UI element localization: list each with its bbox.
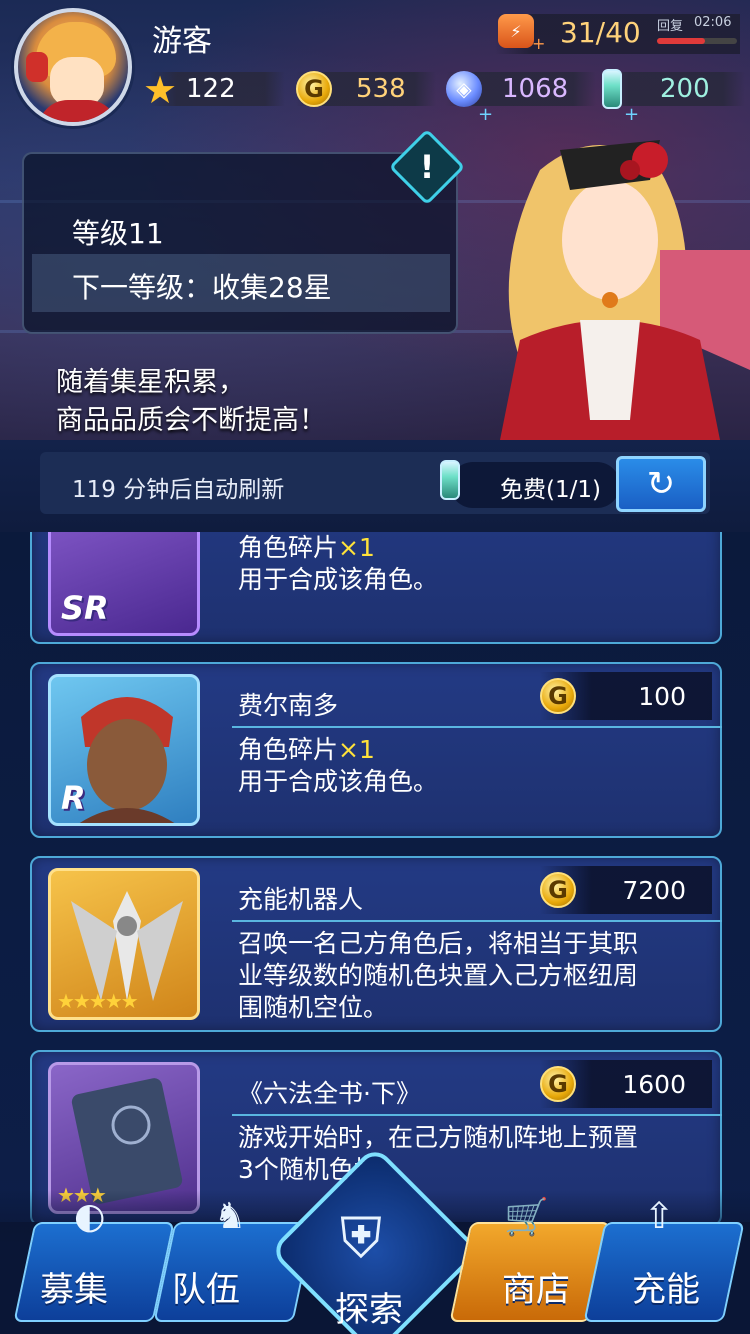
item-name: 《六法全书·下》 bbox=[238, 1079, 421, 1108]
shop-item[interactable]: ★★★★★ 充能机器人 G 7200 召唤一名己方角色后，将相当于其职 业等级数… bbox=[30, 856, 722, 1032]
shield-swords-icon: ⛨ bbox=[340, 1206, 382, 1271]
level-panel: 等级11 下一等级：收集28星 bbox=[22, 152, 458, 334]
desc-multiplier: ×1 bbox=[338, 533, 375, 562]
divider bbox=[232, 1114, 722, 1116]
next-level-row: 下一等级：收集28星 bbox=[32, 254, 450, 312]
gold-value: 538 bbox=[356, 74, 406, 104]
desc-line: 业等级数的随机色块置入己方枢纽周 bbox=[238, 961, 639, 990]
recover-time: 02:06 bbox=[694, 15, 732, 30]
add-energy-icon[interactable]: + bbox=[532, 34, 545, 53]
price-tag: G 7200 bbox=[540, 866, 712, 914]
rarity-badge: R bbox=[61, 779, 86, 817]
alert-icon-mark: ! bbox=[419, 148, 435, 186]
slogan: 随着集星积累， 商品品质会不断提高！ bbox=[56, 364, 326, 440]
recover-progress bbox=[657, 38, 737, 44]
price-value: 1600 bbox=[622, 1070, 686, 1099]
stars-value: 122 bbox=[186, 74, 236, 104]
energy-icon: ⚡ bbox=[498, 14, 534, 48]
gold-coin-icon: G bbox=[540, 678, 576, 714]
item-name: 充能机器人 bbox=[238, 885, 364, 914]
refresh-countdown: 119 分钟后自动刷新 bbox=[72, 477, 285, 503]
charge-vial-icon: ⇧ bbox=[644, 1196, 675, 1237]
potion-vial-icon bbox=[602, 69, 622, 109]
desc-prefix: 角色碎片 bbox=[238, 735, 339, 764]
tab-recruit-label: 募集 bbox=[40, 1270, 108, 1310]
star-rating: ★★★★★ bbox=[57, 989, 139, 1013]
price-value: 7200 bbox=[622, 876, 686, 905]
add-potion-icon[interactable]: + bbox=[624, 104, 639, 125]
energy-value: 31/40 bbox=[560, 16, 641, 49]
shop-item[interactable]: R 费尔南多 G 100 角色碎片×1 用于合成该角色。 bbox=[30, 662, 722, 838]
shop-item[interactable]: SR 角色碎片×1 用于合成该角色。 bbox=[30, 532, 722, 644]
rabbit-icon: ◐ bbox=[74, 1196, 106, 1237]
desc-line: 用于合成该角色。 bbox=[238, 767, 439, 796]
avatar-headset bbox=[26, 52, 48, 82]
player-name: 游客 bbox=[152, 24, 212, 59]
level-title: 等级11 bbox=[72, 217, 164, 250]
tab-team-label: 队伍 bbox=[172, 1270, 240, 1310]
item-description: 角色碎片×1 用于合成该角色。 bbox=[238, 532, 438, 596]
price-tag: G 1600 bbox=[540, 1060, 712, 1108]
item-thumbnail: ★★★★★ bbox=[48, 868, 200, 1020]
desc-line: 3个随机色块。 bbox=[238, 1155, 404, 1184]
tab-explore-label: 探索 bbox=[335, 1290, 403, 1330]
tab-charge-label: 充能 bbox=[632, 1270, 700, 1310]
featured-character-art bbox=[500, 140, 750, 440]
item-description: 游戏开始时，在己方随机阵地上预置 3个随机色块。 bbox=[238, 1122, 638, 1186]
refresh-button[interactable]: ↻ bbox=[616, 456, 706, 512]
gold-coin-icon: G bbox=[296, 71, 332, 107]
item-description: 召唤一名己方角色后，将相当于其职 业等级数的随机色块置入己方枢纽周 围随机空位。 bbox=[238, 928, 638, 1024]
shop-item-list[interactable]: SR 角色碎片×1 用于合成该角色。 R 费尔南多 G 100 角色碎片×1 用… bbox=[0, 532, 750, 1222]
divider bbox=[232, 726, 722, 728]
slogan-line-2: 商品品质会不断提高！ bbox=[56, 405, 326, 436]
avatar[interactable] bbox=[14, 8, 132, 126]
rarity-badge: SR bbox=[61, 589, 109, 627]
desc-multiplier: ×1 bbox=[338, 735, 375, 764]
crystal-value: 1068 bbox=[502, 74, 569, 104]
item-thumbnail: R bbox=[48, 674, 200, 826]
free-refresh-label: 免费(1/1) bbox=[500, 477, 601, 503]
desc-line: 游戏开始时，在己方随机阵地上预置 bbox=[238, 1123, 639, 1152]
price-value: 100 bbox=[638, 682, 686, 711]
desc-line: 用于合成该角色。 bbox=[238, 565, 439, 594]
gold-coin-icon: G bbox=[540, 1066, 576, 1102]
potion-vial-icon bbox=[440, 460, 460, 500]
gold-coin-icon: G bbox=[540, 872, 576, 908]
potion-value: 200 bbox=[660, 74, 710, 104]
desc-line: 召唤一名己方角色后，将相当于其职 bbox=[238, 929, 639, 958]
item-thumbnail: SR bbox=[48, 532, 200, 636]
star-icon: ★ bbox=[142, 68, 178, 112]
divider bbox=[232, 920, 722, 922]
desc-line: 围随机空位。 bbox=[238, 993, 389, 1022]
recover-progress-fill bbox=[657, 38, 705, 44]
potion-stat[interactable]: + 200 bbox=[600, 69, 745, 125]
price-tag: G 100 bbox=[540, 672, 712, 720]
crystal-icon: ◈ bbox=[446, 71, 482, 107]
next-level-text: 下一等级：收集28星 bbox=[72, 271, 332, 304]
recover-label: 回复 bbox=[657, 19, 684, 34]
chess-knight-icon: ♞ bbox=[214, 1196, 247, 1237]
gold-stat[interactable]: G 538 bbox=[296, 71, 436, 107]
shopping-cart-icon: 🛒 bbox=[504, 1197, 549, 1238]
slogan-line-1: 随着集星积累， bbox=[56, 367, 245, 398]
refresh-icon: ↻ bbox=[646, 464, 676, 504]
add-crystal-icon[interactable]: + bbox=[478, 104, 493, 125]
tab-shop-label: 商店 bbox=[502, 1270, 570, 1310]
desc-prefix: 角色碎片 bbox=[238, 533, 339, 562]
item-description: 角色碎片×1 用于合成该角色。 bbox=[238, 734, 438, 798]
crystal-stat[interactable]: ◈ + 1068 bbox=[446, 71, 596, 125]
item-name: 费尔南多 bbox=[238, 691, 339, 720]
